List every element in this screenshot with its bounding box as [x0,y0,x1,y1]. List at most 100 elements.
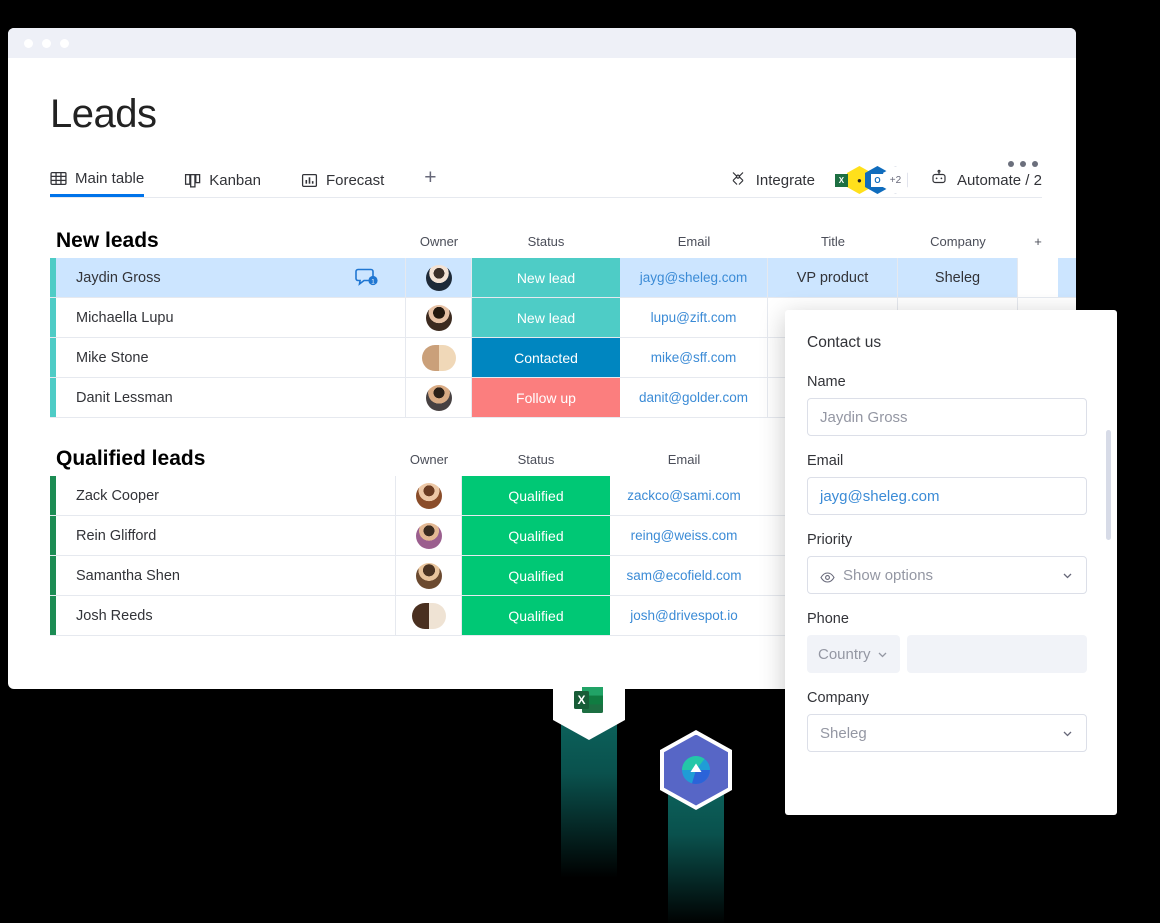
row-email-cell[interactable]: danit@golder.com [620,378,768,417]
add-column-button[interactable]: + [1018,234,1058,249]
integrate-label: Integrate [756,172,815,189]
row-owner-cell[interactable] [396,556,462,595]
avatar [422,345,456,371]
row-status-cell[interactable]: Follow up [472,378,620,417]
column-header-email[interactable]: Email [610,452,758,467]
priority-select[interactable]: Show options [807,556,1087,594]
row-title-cell[interactable]: VP product [768,258,898,297]
email-link: zackco@sami.com [627,488,740,503]
group-title: New leads [56,226,406,256]
column-header-email[interactable]: Email [620,234,768,249]
chat-bubble-icon[interactable]: 1 [355,267,379,289]
phone-number-input[interactable] [907,635,1087,673]
row-owner-cell[interactable] [396,596,462,635]
view-tabs: Main table Kanban [50,163,1042,198]
tab-forecast[interactable]: Forecast [301,163,384,197]
status-label: Follow up [516,390,576,406]
row-email-cell[interactable]: josh@drivespot.io [610,596,758,635]
avatar [426,265,452,291]
tab-kanban[interactable]: Kanban [184,163,261,197]
company-value: Sheleg [935,270,980,286]
avatar [416,523,442,549]
field-label: Company [807,690,1081,706]
company-select[interactable]: Sheleg [807,714,1087,752]
email-link: josh@drivespot.io [630,608,738,623]
automate-label: Automate / 2 [957,172,1042,189]
column-header-status[interactable]: Status [462,452,610,467]
row-name-cell[interactable]: Danit Lessman [56,378,406,417]
automate-button[interactable]: Automate / 2 [930,169,1042,191]
integrations-overflow-hex[interactable]: +2 [883,166,908,194]
column-header-title[interactable]: Title [768,234,898,249]
column-header-company[interactable]: Company [898,234,1018,249]
tab-label: Main table [75,170,144,187]
add-view-button[interactable]: + [424,167,436,188]
row-name-cell[interactable]: Rein Glifford [56,516,396,555]
row-owner-cell[interactable] [406,258,472,297]
row-owner-cell[interactable] [406,338,472,377]
row-email-cell[interactable]: reing@weiss.com [610,516,758,555]
tab-label: Kanban [209,172,261,189]
row-name-cell[interactable]: Josh Reeds [56,596,396,635]
outlook-icon: O [871,174,884,187]
row-name: Mike Stone [76,350,149,366]
table-row[interactable]: Jaydin Gross 1 New lead [50,258,1076,298]
row-email-cell[interactable]: jayg@sheleg.com [620,258,768,297]
row-status-cell[interactable]: Qualified [462,516,610,555]
window-dot-close[interactable] [24,39,33,48]
row-status-cell[interactable]: Qualified [462,556,610,595]
row-status-cell[interactable]: Qualified [462,596,610,635]
kanban-board-icon [184,172,201,189]
monday-badge-group [660,730,732,910]
row-owner-cell[interactable] [406,298,472,337]
tab-label: Forecast [326,172,384,189]
column-header-status[interactable]: Status [472,234,620,249]
row-name-cell[interactable]: Michaella Lupu [56,298,406,337]
country-select[interactable]: Country [807,635,900,673]
row-status-cell[interactable]: Contacted [472,338,620,377]
column-header-owner[interactable]: Owner [406,234,472,249]
email-link: danit@golder.com [639,390,748,405]
row-email-cell[interactable]: sam@ecofield.com [610,556,758,595]
integrate-button[interactable]: Integrate [729,169,815,191]
form-field-company: Company Sheleg [807,690,1081,752]
row-email-cell[interactable]: zackco@sami.com [610,476,758,515]
form-field-email: Email jayg@sheleg.com [807,453,1081,515]
row-name-cell[interactable]: Mike Stone [56,338,406,377]
field-label: Priority [807,532,1081,548]
row-name: Josh Reeds [76,608,153,624]
row-status-cell[interactable]: Qualified [462,476,610,515]
integrations-stack[interactable]: X ● O +2 [829,166,908,194]
window-dot-maximize[interactable] [60,39,69,48]
panel-scrollbar[interactable] [1106,430,1111,540]
phone-row: Country [807,635,1087,673]
row-owner-cell[interactable] [406,378,472,417]
row-extra-cell[interactable] [1018,258,1058,297]
tab-main-table[interactable]: Main table [50,163,144,197]
row-status-cell[interactable]: New lead [472,298,620,337]
contact-form-panel: Contact us Name Jaydin Gross Email jayg@… [785,310,1117,815]
name-input[interactable]: Jaydin Gross [807,398,1087,436]
email-input[interactable]: jayg@sheleg.com [807,477,1087,515]
row-company-cell[interactable]: Sheleg [898,258,1018,297]
column-header-owner[interactable]: Owner [396,452,462,467]
row-name-cell[interactable]: Jaydin Gross 1 [56,258,406,297]
row-owner-cell[interactable] [396,516,462,555]
row-status-cell[interactable]: New lead [472,258,620,297]
row-name-cell[interactable]: Samantha Shen [56,556,396,595]
row-email-cell[interactable]: mike@sff.com [620,338,768,377]
integrations-overflow-label: +2 [890,175,901,186]
row-email-cell[interactable]: lupu@zift.com [620,298,768,337]
table-grid-icon [50,170,67,187]
row-owner-cell[interactable] [396,476,462,515]
window-dot-minimize[interactable] [42,39,51,48]
row-name: Rein Glifford [76,528,156,544]
status-label: New lead [517,310,575,326]
excel-badge-group: X [553,660,625,900]
chevron-down-icon [1061,569,1074,582]
status-label: Qualified [508,488,563,504]
form-field-phone: Phone Country [807,611,1081,673]
chevron-down-icon [1061,727,1074,740]
row-name-cell[interactable]: Zack Cooper [56,476,396,515]
field-label: Name [807,374,1081,390]
